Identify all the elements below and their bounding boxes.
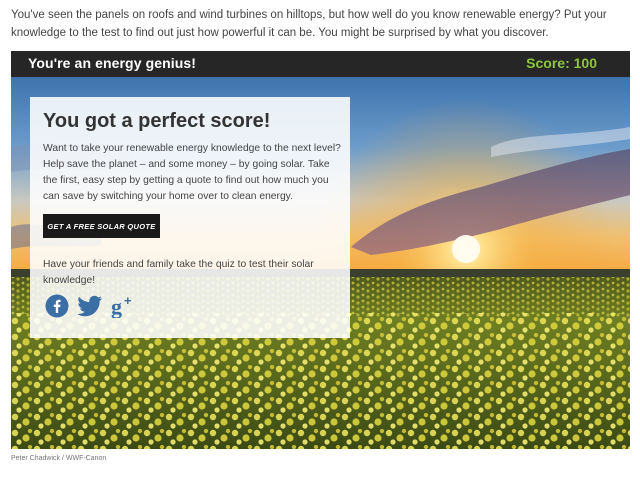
intro-paragraph: You've seen the panels on roofs and wind…	[11, 9, 607, 39]
result-header-bar: You're an energy genius! Score: 100	[11, 51, 630, 77]
result-body-text: Want to take your renewable energy knowl…	[43, 143, 341, 202]
result-card: You got a perfect score! Want to take yo…	[30, 97, 350, 338]
result-title: You're an energy genius!	[28, 55, 197, 71]
facebook-icon[interactable]	[45, 294, 69, 323]
twitter-icon[interactable]	[77, 294, 103, 323]
result-heading: You got a perfect score!	[43, 110, 271, 132]
svg-text:+: +	[124, 294, 132, 308]
google-plus-icon[interactable]: g +	[111, 293, 137, 323]
quiz-result-panel: You're an energy genius! Score: 100 You …	[11, 51, 630, 449]
free-solar-quote-button[interactable]: GET A FREE SOLAR QUOTE	[43, 214, 160, 238]
score-display: Score: 100	[526, 55, 597, 71]
svg-text:g: g	[111, 294, 122, 318]
photo-credit: Peter Chadwick / WWF-Canon	[11, 455, 107, 462]
share-prompt: Have your friends and family take the qu…	[43, 259, 314, 286]
